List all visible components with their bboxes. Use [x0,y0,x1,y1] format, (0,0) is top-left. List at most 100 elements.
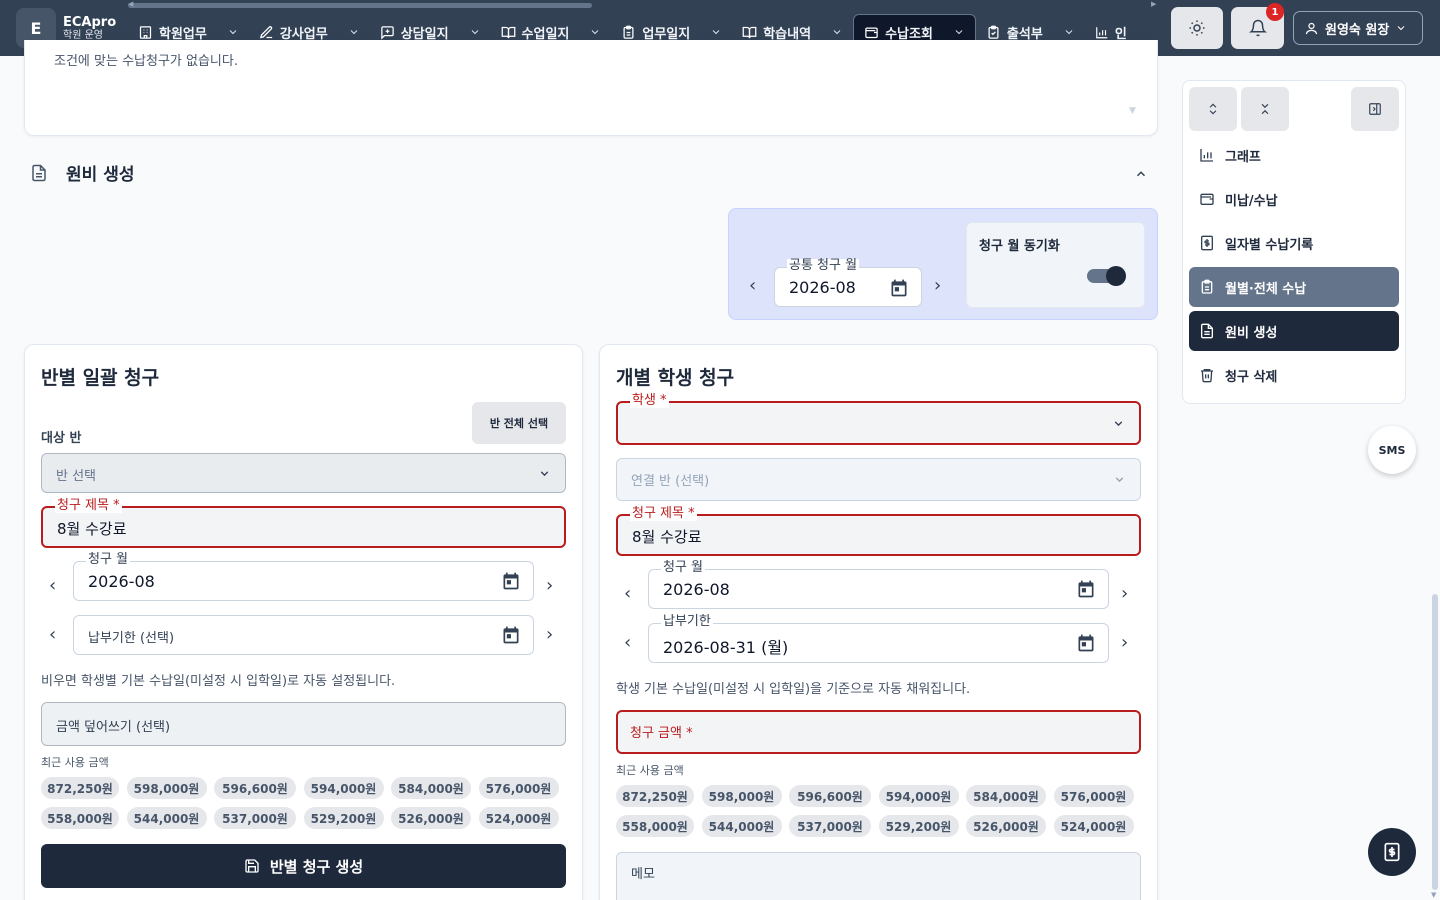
recent-amount-chip[interactable]: 598,000원 [126,777,207,799]
calendar-icon[interactable] [889,278,909,298]
next-month-button[interactable]: › [1121,583,1128,604]
recent-amount-chip[interactable]: 596,600원 [214,777,296,799]
recent-amount-chip[interactable]: 558,000원 [616,815,694,837]
memo-field[interactable]: 메모 [616,852,1141,900]
recent-amount-chip[interactable]: 537,000원 [214,807,296,829]
prev-month-button[interactable]: ‹ [624,583,631,604]
student-month-field[interactable]: 청구 월 2026-08 [648,561,1109,609]
recent-amount-chip[interactable]: 576,000원 [1053,785,1134,807]
class-select[interactable]: 반 선택 [41,453,566,493]
calendar-icon[interactable] [501,571,521,591]
collapse-all-button[interactable] [1241,87,1289,131]
recent-amount-chip[interactable]: 526,000원 [391,807,471,829]
building-icon [139,25,152,39]
nav-label: 수업일지 [521,26,570,42]
prev-due-button[interactable]: ‹ [49,624,56,645]
side-item-daily-records[interactable]: 일자별 수납기록 [1189,223,1399,263]
recent-amount-chip[interactable]: 872,250원 [616,785,694,807]
recent-amount-chip[interactable]: 529,200원 [303,807,384,829]
side-item-graph[interactable]: 그래프 [1189,135,1399,175]
recent-amount-chip[interactable]: 594,000원 [878,785,959,807]
class-due-date-field[interactable]: 납부기한 (선택) [73,615,534,655]
bill-title-value: 8월 수강료 [57,520,127,538]
page-scrollbar[interactable] [1432,594,1438,890]
book-icon [501,26,515,38]
recent-amounts-label: 최근 사용 금액 [41,756,109,769]
chevron-down-icon [712,30,720,35]
recent-amount-chip[interactable]: 537,000원 [789,815,871,837]
side-item-create-fee[interactable]: 원비 생성 [1189,311,1399,351]
recent-amount-chip[interactable]: 594,000원 [303,777,384,799]
bell-icon [1248,19,1267,37]
recent-amount-chip[interactable]: 526,000원 [966,815,1046,837]
bill-amount-field[interactable]: 청구 금액 * [616,710,1141,754]
common-month-field[interactable]: 공통 청구 월 2026-08 [774,259,922,307]
recent-amount-chip[interactable]: 524,000원 [1053,815,1134,837]
side-item-monthly[interactable]: 월별·전체 수납 [1189,267,1399,307]
sidebar-collapse-icon [1369,103,1381,115]
clipboard-icon [1201,279,1213,294]
theme-toggle-button[interactable] [1171,7,1223,49]
help-text: 비우면 학생별 기본 수납일(미설정 시 입학일)로 자동 설정됩니다. [41,674,396,689]
amount-override-field[interactable]: 금액 덮어쓰기 (선택) [41,702,566,746]
expand-all-button[interactable] [1189,87,1237,131]
prev-month-button[interactable]: ‹ [749,275,756,296]
sync-toggle[interactable] [1087,266,1126,286]
section-title: 원비 생성 [66,165,135,185]
next-month-button[interactable]: › [546,575,553,596]
class-bill-title-field[interactable]: 청구 제목 * 8월 수강료 [41,499,566,548]
create-class-bill-button[interactable]: 반별 청구 생성 [41,844,566,888]
nav-label: 상담일지 [400,26,449,42]
chevron-down-icon [540,471,549,477]
recent-amount-chip[interactable]: 598,000원 [701,785,782,807]
select-all-classes-button[interactable]: 반 전체 선택 [472,402,566,444]
notification-button[interactable]: 1 [1231,3,1284,49]
calendar-icon[interactable] [1076,633,1096,653]
next-due-button[interactable]: › [546,624,553,645]
student-bill-title-field[interactable]: 청구 제목 * 8월 수강료 [616,507,1141,556]
next-due-button[interactable]: › [1121,632,1128,653]
recent-amount-chip[interactable]: 872,250원 [41,777,119,799]
side-item-unpaid[interactable]: 미납/수납 [1189,179,1399,219]
save-icon [245,859,259,873]
recent-amount-chip[interactable]: 558,000원 [41,807,119,829]
student-bill-card: 개별 학생 청구 학생 * 연결 반 (선택) 청구 제목 * 8월 수강료 ‹… [599,344,1158,900]
notification-badge: 1 [1266,3,1284,21]
recent-amount-chip[interactable]: 524,000원 [478,807,559,829]
sms-button[interactable]: SMS [1368,426,1416,474]
recent-amount-chip[interactable]: 576,000원 [478,777,559,799]
panel-toggle-button[interactable] [1351,87,1399,131]
user-menu-button[interactable]: 원영숙 원장 [1293,11,1423,45]
calendar-icon[interactable] [1076,579,1096,599]
linked-class-select[interactable]: 연결 반 (선택) [616,458,1141,501]
section-header[interactable]: 원비 생성 [30,160,134,185]
scroll-right-icon[interactable]: ▶ [1151,0,1156,8]
recent-amount-chip[interactable]: 544,000원 [126,807,207,829]
side-item-delete-bill[interactable]: 청구 삭제 [1189,355,1399,395]
scroll-left-icon[interactable]: ◀ [128,0,133,8]
recent-amount-chip[interactable]: 596,600원 [789,785,871,807]
user-icon [1305,22,1318,34]
chevrons-collapse-icon [1261,103,1269,115]
document-icon [1201,323,1213,339]
calendar-icon[interactable] [501,625,521,645]
student-select[interactable]: 학생 * [616,394,1141,445]
recent-amount-chip[interactable]: 544,000원 [701,815,782,837]
recent-amount-chip[interactable]: 584,000원 [966,785,1046,807]
class-month-field[interactable]: 청구 월 2026-08 [73,553,534,601]
prev-month-button[interactable]: ‹ [49,575,56,596]
scroll-down-icon[interactable]: ▼ [1129,106,1136,116]
nav-scrollbar[interactable] [128,3,592,8]
chevron-down-icon [1397,26,1405,31]
common-month-label: 공통 청구 월 [787,258,860,273]
recent-amount-chip[interactable]: 584,000원 [391,777,471,799]
payment-fab-button[interactable] [1368,828,1416,876]
collapse-chevron-up-icon[interactable] [1134,167,1148,181]
due-date-label: 납부기한 [661,614,713,629]
linked-class-placeholder: 연결 반 (선택) [631,474,710,489]
recent-amount-chip[interactable]: 529,200원 [878,815,959,837]
prev-due-button[interactable]: ‹ [624,632,631,653]
student-due-date-field[interactable]: 납부기한 2026-08-31 (월) [648,615,1109,663]
scroll-down-icon[interactable]: ▼ [1431,891,1436,899]
next-month-button[interactable]: › [934,275,941,296]
